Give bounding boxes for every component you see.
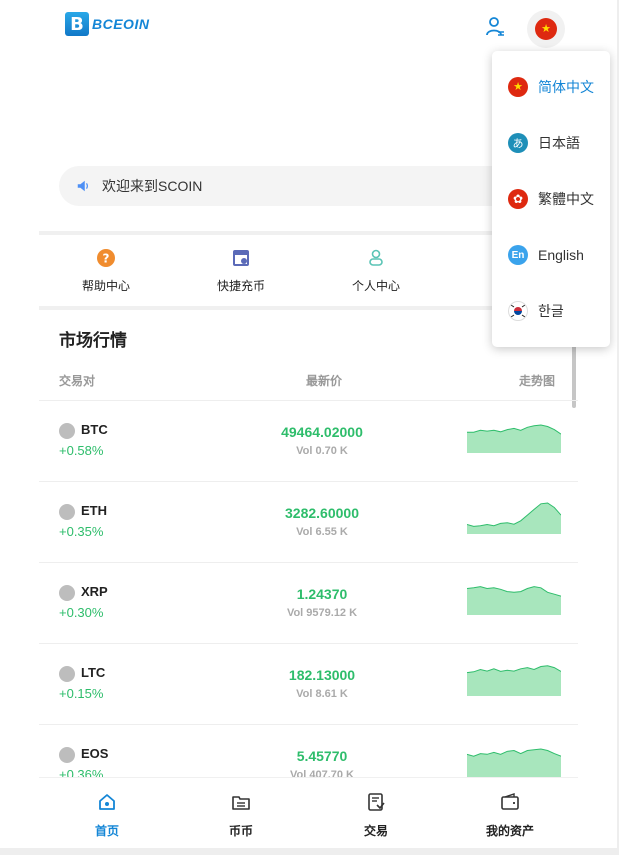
trend-sparkline xyxy=(467,748,561,777)
logo-mark: B xyxy=(65,12,89,36)
coin-price: 5.45770 xyxy=(296,748,348,764)
language-option-ko[interactable]: 한글 xyxy=(508,299,564,323)
coin-change: +0.30% xyxy=(59,605,104,620)
coin-volume: Vol 6.55 K xyxy=(296,526,348,538)
coin-volume: Vol 0.70 K xyxy=(296,445,348,457)
coin-volume: Vol 8.61 K xyxy=(296,688,348,700)
tab-label: 首页 xyxy=(94,824,119,838)
coin-price: 3282.60000 xyxy=(285,505,359,521)
coin-price: 182.13000 xyxy=(288,667,356,683)
language-label: 简体中文 xyxy=(538,79,594,95)
language-option-en[interactable]: En English xyxy=(508,243,584,267)
tab-my-assets[interactable]: 我的资产 xyxy=(460,792,560,839)
language-label: English xyxy=(538,247,584,263)
flag-en-icon: En xyxy=(508,245,528,265)
flag-cn-icon: ★ xyxy=(508,77,528,97)
language-dropdown: ★ 简体中文 あ 日本語 ✿ 繁體中文 En English 한글 xyxy=(492,51,610,347)
trend-sparkline xyxy=(467,502,561,534)
scrollbar[interactable] xyxy=(572,342,576,408)
help-icon: ? xyxy=(96,248,116,268)
coin-name: XRP xyxy=(81,584,108,599)
trend-sparkline xyxy=(467,424,561,453)
flag-cn-icon: ★ xyxy=(535,18,557,40)
market-row[interactable]: XRP +0.30% 1.24370 Vol 9579.12 K xyxy=(39,562,578,643)
coin-coin-icon xyxy=(232,796,250,810)
wallet-icon xyxy=(501,793,519,810)
tab-label: 币币 xyxy=(228,824,253,838)
coin-change: +0.58% xyxy=(59,443,104,458)
tab-home[interactable]: 首页 xyxy=(57,792,157,839)
market-title: 市场行情 xyxy=(59,331,127,350)
coin-icon xyxy=(59,747,75,763)
personal-center-icon xyxy=(366,248,386,268)
user-icon xyxy=(486,17,504,36)
coin-name: ETH xyxy=(81,503,107,518)
trend-sparkline xyxy=(467,586,561,615)
page: B BCEOIN ★ 欢迎来到SCOIN ? 帮助中心 快捷充币 个人中心 市场… xyxy=(0,0,617,848)
coin-name: LTC xyxy=(81,665,106,680)
flag-hk-icon: ✿ xyxy=(508,189,528,209)
sparkline-area xyxy=(467,425,561,453)
coin-change: +0.15% xyxy=(59,686,104,701)
notice-text: 欢迎来到SCOIN xyxy=(102,178,203,194)
language-label: 한글 xyxy=(538,303,564,319)
language-option-zh-cn[interactable]: ★ 简体中文 xyxy=(508,75,594,99)
sparkline-area xyxy=(467,503,561,534)
deposit-icon xyxy=(231,248,251,268)
market-row[interactable]: BTC +0.58% 49464.02000 Vol 0.70 K xyxy=(39,400,578,481)
tab-label: 交易 xyxy=(363,824,388,838)
quick-link-label: 帮助中心 xyxy=(81,279,130,293)
coin-name: BTC xyxy=(81,422,108,437)
column-header-price: 最新价 xyxy=(306,374,343,388)
coin-change: +0.35% xyxy=(59,524,104,539)
logo-text: BCEOIN xyxy=(92,16,150,32)
flag-kr-icon xyxy=(508,301,528,321)
language-switch-button[interactable]: ★ xyxy=(527,10,565,48)
coin-price: 1.24370 xyxy=(296,586,348,602)
coin-name: EOS xyxy=(81,746,109,761)
bottom-tab-bar: 首页 币币 交易 我的资产 xyxy=(39,777,578,848)
coin-icon xyxy=(59,423,75,439)
flag-jp-icon: あ xyxy=(508,133,528,153)
market-row[interactable]: ETH +0.35% 3282.60000 Vol 6.55 K xyxy=(39,481,578,562)
logo[interactable]: B BCEOIN xyxy=(65,11,149,37)
home-icon xyxy=(99,794,115,810)
quick-link-personal-center[interactable]: 个人中心 xyxy=(331,248,421,294)
language-option-ja[interactable]: あ 日本語 xyxy=(508,131,580,155)
svg-text:?: ? xyxy=(103,252,110,266)
tab-trade[interactable]: 交易 xyxy=(326,792,426,839)
notice-bar[interactable]: 欢迎来到SCOIN xyxy=(59,166,529,206)
speaker-icon xyxy=(77,180,88,192)
column-header-pair: 交易对 xyxy=(59,374,96,388)
quick-link-deposit[interactable]: 快捷充币 xyxy=(196,248,286,294)
quick-link-label: 快捷充币 xyxy=(216,279,265,293)
coin-icon xyxy=(59,585,75,601)
market-row[interactable]: LTC +0.15% 182.13000 Vol 8.61 K xyxy=(39,643,578,724)
trend-sparkline xyxy=(467,665,561,696)
tab-label: 我的资产 xyxy=(485,824,534,838)
user-menu-button[interactable] xyxy=(484,15,508,39)
tab-coin-coin[interactable]: 币币 xyxy=(191,792,291,839)
sparkline-area xyxy=(467,665,561,696)
quick-link-help[interactable]: ? 帮助中心 xyxy=(61,248,151,294)
language-label: 繁體中文 xyxy=(538,191,594,207)
coin-volume: Vol 9579.12 K xyxy=(286,607,358,619)
coin-price: 49464.02000 xyxy=(281,424,363,440)
column-header-trend: 走势图 xyxy=(519,374,556,388)
quick-link-label: 个人中心 xyxy=(351,279,400,293)
language-label: 日本語 xyxy=(538,135,580,151)
trade-icon xyxy=(368,793,385,811)
sparkline-area xyxy=(467,586,561,615)
coin-icon xyxy=(59,666,75,682)
coin-icon xyxy=(59,504,75,520)
language-option-zh-tw[interactable]: ✿ 繁體中文 xyxy=(508,187,594,211)
